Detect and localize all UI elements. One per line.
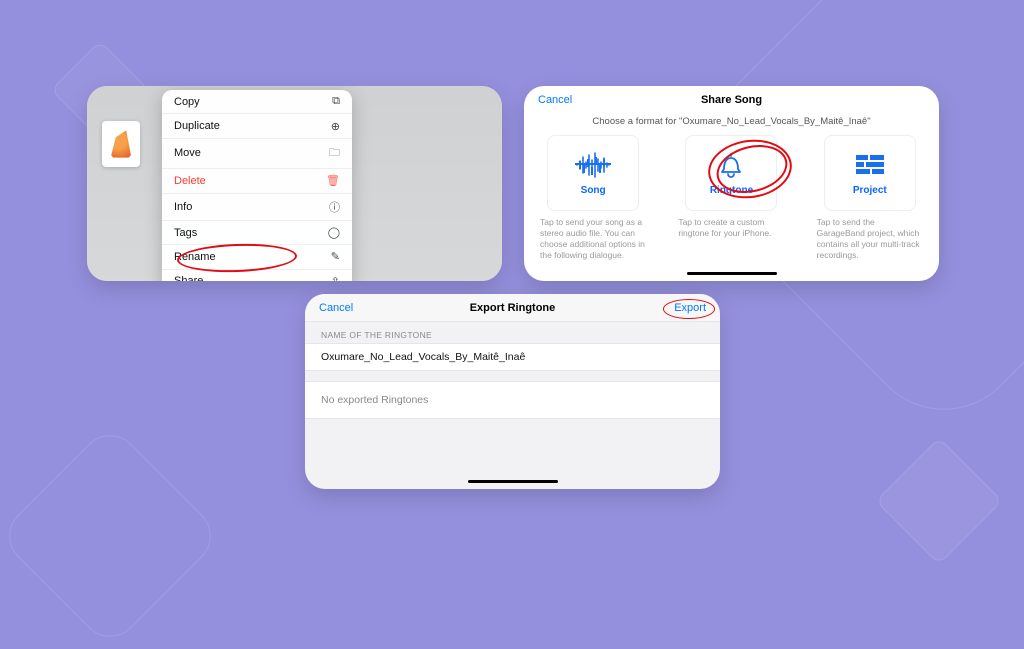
menu-item-delete[interactable]: Delete 🗑 (162, 169, 352, 193)
bricks-icon (852, 151, 888, 179)
menu-item-rename[interactable]: Rename ✎ (162, 245, 352, 269)
menu-item-duplicate[interactable]: Duplicate ⊕ (162, 114, 352, 138)
option-label: Project (853, 185, 887, 196)
share-icon: ⇪ (331, 275, 340, 281)
section-header: NAME OF THE RINGTONE (305, 322, 720, 343)
empty-state: No exported Ringtones (305, 381, 720, 419)
option-label: Ringtone (710, 185, 753, 196)
menu-label: Share (174, 275, 203, 281)
option-label: Song (581, 185, 606, 196)
context-menu-screenshot: Copy ⧉ Duplicate ⊕ Move 🗀 Delete 🗑 Info … (87, 86, 502, 281)
duplicate-icon: ⊕ (331, 120, 340, 133)
menu-item-share[interactable]: Share ⇪ (162, 270, 352, 281)
export-button[interactable]: Export (674, 302, 706, 314)
menu-label: Info (174, 201, 192, 213)
garageband-file-icon[interactable] (102, 121, 140, 167)
option-description: Tap to create a custom ringtone for your… (676, 217, 786, 239)
cancel-button[interactable]: Cancel (319, 302, 353, 314)
home-indicator (468, 480, 558, 483)
format-options: Song Tap to send your song as a stereo a… (524, 135, 939, 261)
menu-label: Tags (174, 227, 197, 239)
trash-icon: 🗑 (326, 174, 340, 187)
cancel-button[interactable]: Cancel (538, 94, 572, 106)
option-description: Tap to send your song as a stereo audio … (538, 217, 648, 261)
folder-icon: 🗀 (329, 144, 340, 163)
info-icon: ⓘ (329, 199, 340, 215)
menu-item-copy[interactable]: Copy ⧉ (162, 90, 352, 114)
menu-label: Rename (174, 251, 216, 263)
menu-item-info[interactable]: Info ⓘ (162, 194, 352, 221)
option-ringtone[interactable]: Ringtone Tap to create a custom ringtone… (676, 135, 786, 261)
bg-decoration (875, 437, 1002, 564)
bell-icon (713, 151, 749, 179)
copy-icon: ⧉ (332, 95, 340, 108)
option-project[interactable]: Project Tap to send the GarageBand proje… (815, 135, 925, 261)
menu-item-move[interactable]: Move 🗀 (162, 139, 352, 169)
ringtone-name-field[interactable]: Oxumare_No_Lead_Vocals_By_Maitê_Inaê (305, 343, 720, 371)
menu-item-tags[interactable]: Tags ◯ (162, 221, 352, 245)
menu-label: Copy (174, 96, 200, 108)
share-song-screenshot: Cancel Share Song Choose a format for "O… (524, 86, 939, 281)
nav-bar: Cancel Share Song (524, 86, 939, 114)
waveform-icon (575, 151, 611, 179)
home-indicator (687, 272, 777, 275)
format-prompt: Choose a format for "Oxumare_No_Lead_Voc… (524, 114, 939, 135)
option-song[interactable]: Song Tap to send your song as a stereo a… (538, 135, 648, 261)
nav-bar: Cancel Export Ringtone Export (305, 294, 720, 322)
menu-label: Move (174, 147, 201, 159)
export-ringtone-screenshot: Cancel Export Ringtone Export NAME OF TH… (305, 294, 720, 489)
menu-label: Duplicate (174, 120, 220, 132)
tag-icon: ◯ (328, 226, 340, 239)
page-title: Export Ringtone (470, 302, 556, 314)
menu-label: Delete (174, 175, 206, 187)
option-description: Tap to send the GarageBand project, whic… (815, 217, 925, 261)
page-title: Share Song (701, 94, 762, 106)
pencil-icon: ✎ (331, 250, 340, 263)
context-menu: Copy ⧉ Duplicate ⊕ Move 🗀 Delete 🗑 Info … (162, 90, 352, 281)
bg-decoration (0, 423, 223, 649)
